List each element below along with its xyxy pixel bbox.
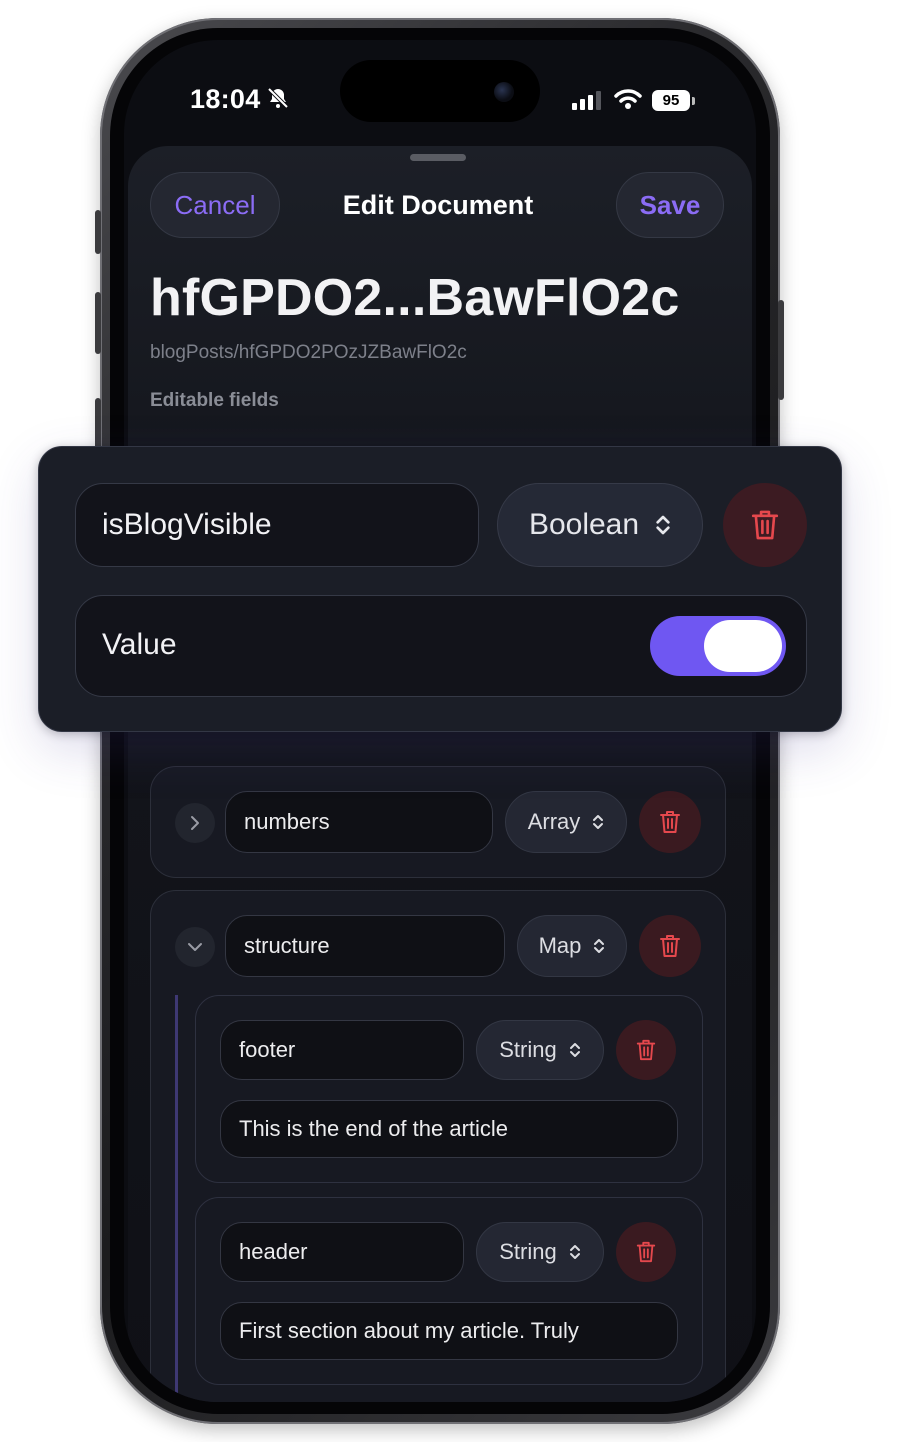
type-select[interactable]: Map: [517, 915, 627, 977]
type-select-label: Array: [527, 809, 581, 834]
status-time: 18:04: [190, 84, 261, 114]
chevron-right-icon: [191, 816, 199, 830]
updown-chevron-icon: [569, 1245, 580, 1259]
trash-icon: [751, 510, 779, 540]
updown-chevron-icon: [656, 515, 670, 535]
bell-slash-icon: [267, 87, 289, 109]
updown-chevron-icon: [569, 1043, 580, 1057]
chevron-down-icon: [188, 943, 202, 951]
trash-icon: [660, 811, 680, 833]
type-select-label: String: [499, 1239, 557, 1264]
save-button[interactable]: Save: [616, 172, 724, 238]
section-label: Editable fields: [150, 390, 279, 411]
expand-button[interactable]: [175, 803, 215, 843]
edit-sheet: Cancel Edit Document Save hfGPDO2...BawF…: [128, 146, 752, 1402]
type-select[interactable]: Boolean: [497, 483, 703, 567]
battery-indicator: 95: [652, 90, 690, 111]
nesting-line: [175, 995, 178, 1402]
child-field-footer: footer String This is the end of the art…: [195, 995, 703, 1183]
value-label: Value: [102, 628, 177, 661]
field-value-input[interactable]: This is the end of the article: [220, 1100, 678, 1158]
trash-icon: [636, 1039, 656, 1061]
side-button-power: [778, 300, 784, 400]
type-select-label: Boolean: [528, 508, 640, 541]
type-select[interactable]: Array: [505, 791, 627, 853]
side-button-silent: [95, 210, 101, 254]
delete-field-button[interactable]: [639, 915, 701, 977]
value-row: Value: [75, 595, 807, 697]
trash-icon: [660, 935, 680, 957]
type-select[interactable]: String: [476, 1222, 604, 1282]
side-button-volume-up: [95, 292, 101, 354]
child-field-header: header String First section about my art…: [195, 1197, 703, 1385]
delete-field-button[interactable]: [616, 1222, 676, 1282]
document-title: hfGPDO2...BawFlO2c: [150, 269, 680, 327]
trash-icon: [636, 1241, 656, 1263]
field-name-input[interactable]: header: [220, 1222, 464, 1282]
value-toggle[interactable]: [650, 616, 786, 676]
field-name-input[interactable]: footer: [220, 1020, 464, 1080]
collapse-button[interactable]: [175, 927, 215, 967]
battery-cap: [692, 97, 695, 105]
sheet-grabber[interactable]: [410, 154, 466, 161]
signal-icon: [572, 91, 601, 110]
field-name-input[interactable]: structure: [225, 915, 505, 977]
type-select-label: String: [499, 1037, 557, 1062]
delete-field-button[interactable]: [723, 483, 807, 567]
front-camera: [494, 82, 514, 102]
delete-field-button[interactable]: [616, 1020, 676, 1080]
field-value-input[interactable]: First section about my article. Truly: [220, 1302, 678, 1360]
updown-chevron-icon: [594, 939, 605, 953]
focused-field-card: isBlogVisible Boolean Value: [38, 446, 842, 732]
field-name-input[interactable]: isBlogVisible: [75, 483, 479, 567]
updown-chevron-icon: [593, 815, 604, 829]
field-row-structure: structure Map footer String This is the …: [150, 890, 726, 1402]
delete-field-button[interactable]: [639, 791, 701, 853]
toggle-knob: [704, 620, 782, 672]
field-row-numbers: numbers Array: [150, 766, 726, 878]
document-path: blogPosts/hfGPDO2POzJZBawFlO2c: [150, 342, 467, 363]
type-select-label: Map: [538, 933, 582, 958]
wifi-icon: [614, 89, 642, 109]
field-name-input[interactable]: numbers: [225, 791, 493, 853]
type-select[interactable]: String: [476, 1020, 604, 1080]
